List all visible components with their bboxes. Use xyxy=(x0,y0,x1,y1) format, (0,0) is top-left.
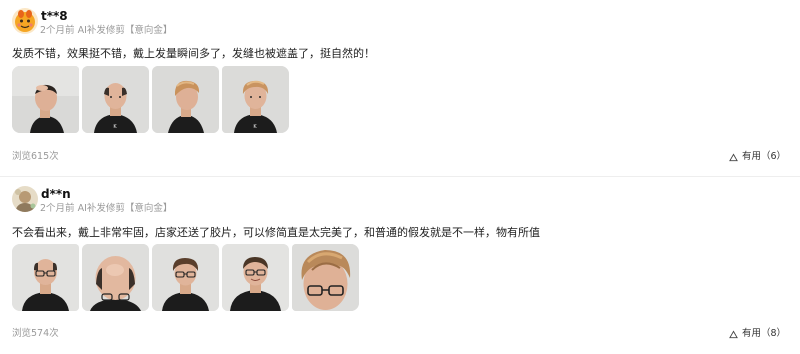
review-photo[interactable] xyxy=(152,66,219,133)
avatar[interactable] xyxy=(12,8,38,34)
review-photo[interactable] xyxy=(222,244,289,311)
triangle-icon xyxy=(729,329,738,338)
review-photo[interactable]: K xyxy=(82,66,149,133)
review-variant: AI补发修剪 xyxy=(77,203,125,214)
review-text: 发质不错，效果挺不错，戴上发量瞬间多了，发缝也被遮盖了，挺自然的！ xyxy=(12,47,375,60)
useful-label: 有用（8） xyxy=(741,328,786,339)
view-count: 浏览574次 xyxy=(12,328,59,339)
review-time: 2个月前 xyxy=(40,203,75,214)
review-photo[interactable] xyxy=(12,66,79,133)
review-time: 2个月前 xyxy=(40,25,75,36)
review-photo[interactable] xyxy=(82,244,149,311)
review-tag: 【意向金】 xyxy=(124,25,173,36)
review-photos xyxy=(12,244,359,311)
review-photo[interactable] xyxy=(292,244,359,311)
avatar[interactable] xyxy=(12,186,38,212)
useful-label: 有用（6） xyxy=(741,151,786,162)
username: t**8 xyxy=(41,9,68,23)
review-photo[interactable] xyxy=(12,244,79,311)
review-photo[interactable]: K xyxy=(222,66,289,133)
review-photo[interactable] xyxy=(152,244,219,311)
divider xyxy=(0,176,800,177)
review-item: d**n 2个月前 AI补发修剪【意向金】 不会看出来，戴上非常牢固，店家还送了… xyxy=(0,178,800,354)
review-photos: K K xyxy=(12,66,289,133)
triangle-icon xyxy=(729,152,738,161)
review-text: 不会看出来，戴上非常牢固，店家还送了胶片，可以修简直是太完美了，和普通的假发就是… xyxy=(12,226,540,239)
username: d**n xyxy=(41,187,71,201)
review-item: t**8 2个月前 AI补发修剪【意向金】 发质不错，效果挺不错，戴上发量瞬间多… xyxy=(0,0,800,178)
review-meta: 2个月前 AI补发修剪【意向金】 xyxy=(40,203,172,215)
useful-button[interactable]: 有用（8） xyxy=(729,328,786,340)
view-count: 浏览615次 xyxy=(12,151,59,162)
useful-button[interactable]: 有用（6） xyxy=(729,151,786,163)
review-tag: 【意向金】 xyxy=(124,203,173,214)
review-meta: 2个月前 AI补发修剪【意向金】 xyxy=(40,25,172,37)
review-variant: AI补发修剪 xyxy=(77,25,125,36)
